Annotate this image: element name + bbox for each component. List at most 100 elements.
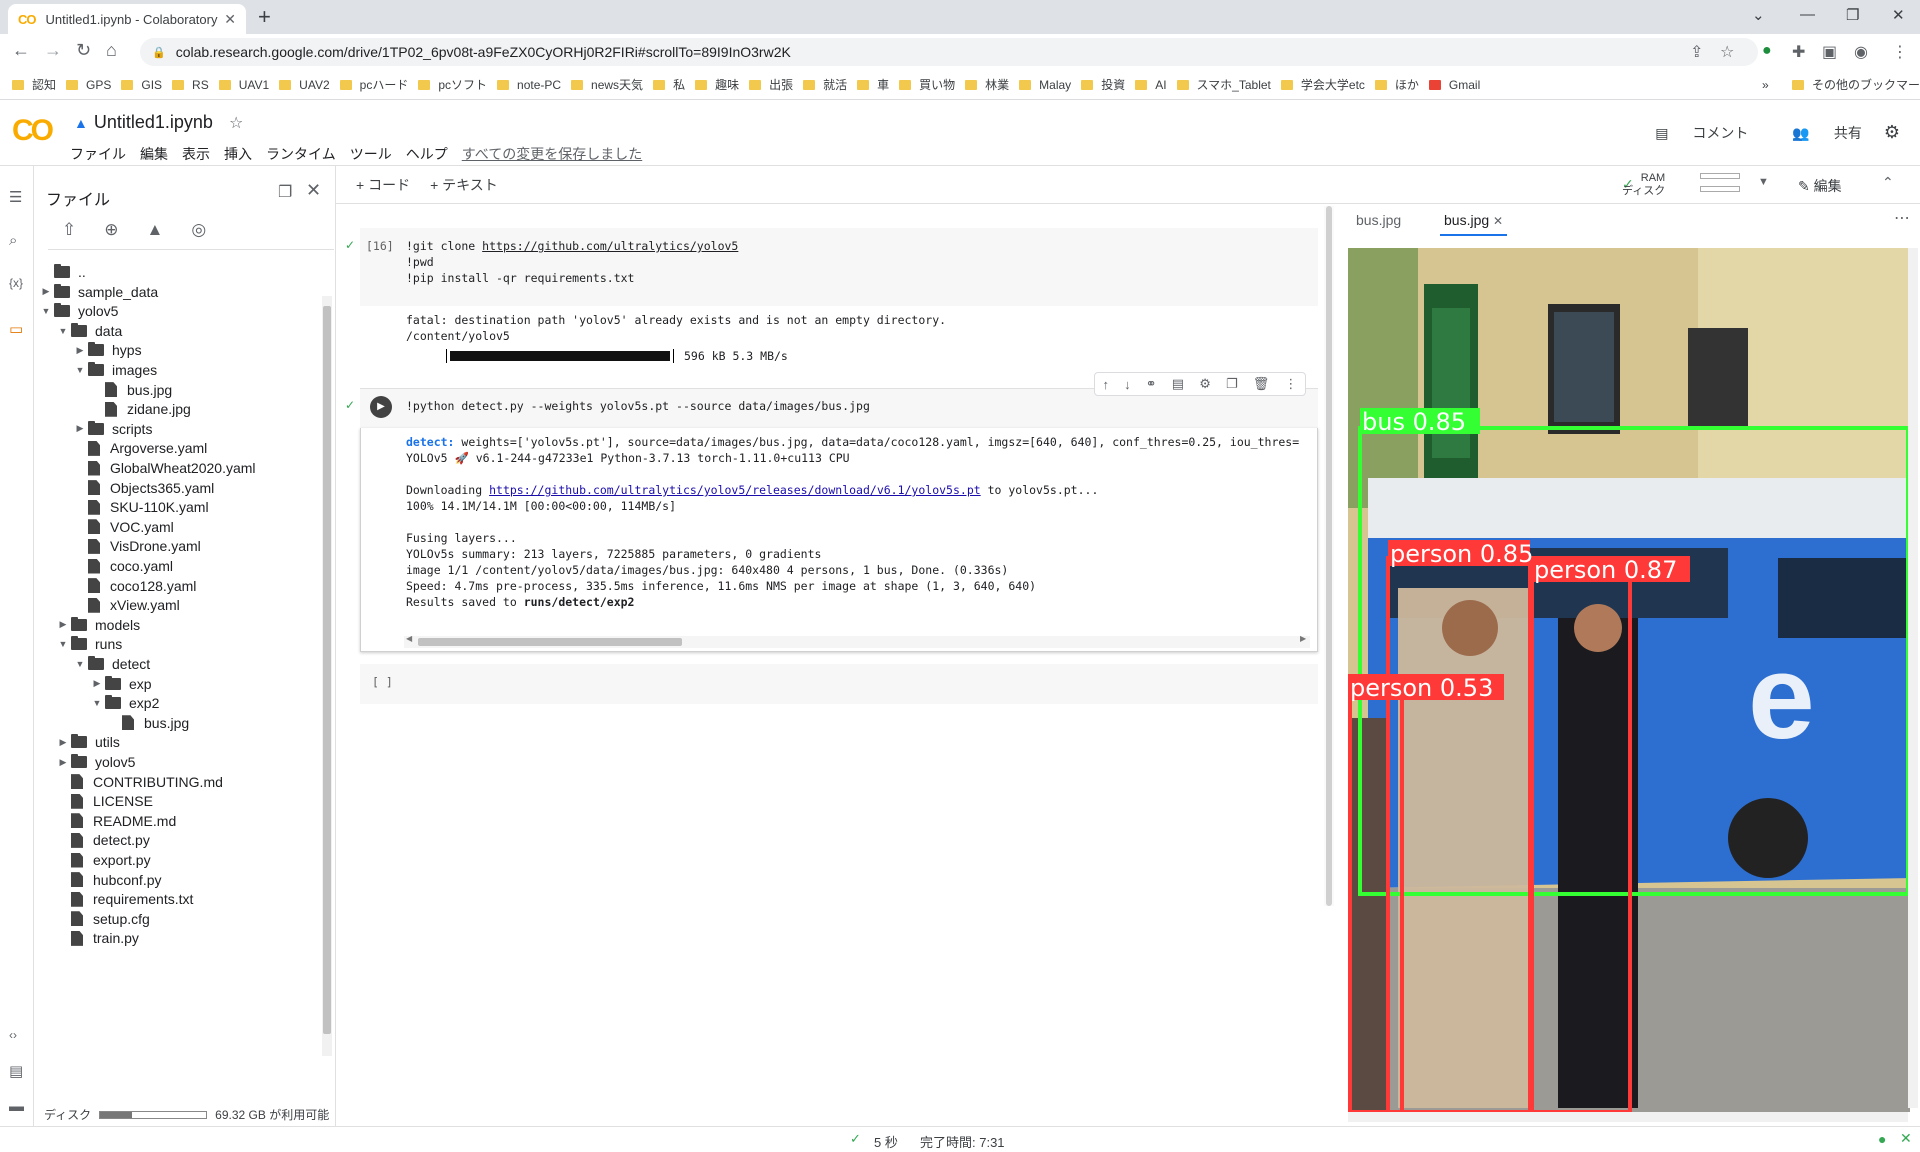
bookmark-star-icon[interactable]: ☆ <box>1720 42 1734 62</box>
restore-icon[interactable]: ❐ <box>1846 6 1859 24</box>
bookmark-item[interactable]: Malay <box>1019 76 1071 93</box>
hscroll-thumb[interactable] <box>418 638 682 646</box>
image-pane-more-icon[interactable]: ⋯ <box>1894 208 1910 228</box>
table-of-contents-icon[interactable]: ☰ <box>9 188 22 206</box>
git-repo-link[interactable]: https://github.com/ultralytics/yolov5 <box>482 239 738 253</box>
expanded-chevron-icon[interactable]: ▼ <box>72 659 88 669</box>
move-up-icon[interactable]: ↑ <box>1103 377 1110 392</box>
bookmark-item[interactable]: AI <box>1135 76 1167 93</box>
link-icon[interactable]: ⚭ <box>1146 376 1157 392</box>
cell1-code[interactable]: !git clone https://github.com/ultralytic… <box>406 238 738 286</box>
cell-more-icon[interactable]: ⋮ <box>1284 376 1297 392</box>
tab-search-icon[interactable]: ⌄ <box>1752 6 1765 24</box>
reload-icon[interactable]: ↻ <box>76 40 91 61</box>
variables-icon[interactable]: {x} <box>9 276 23 290</box>
comment-button[interactable]: ▤ コメント <box>1637 123 1748 143</box>
move-down-icon[interactable]: ↓ <box>1124 377 1131 392</box>
colab-logo[interactable]: CO <box>12 114 54 148</box>
collapsed-chevron-icon[interactable]: ▶ <box>72 423 88 434</box>
files-folder-icon[interactable]: ▭ <box>9 320 23 338</box>
notebook-title[interactable]: ▲ Untitled1.ipynb ☆ <box>74 112 243 133</box>
collapsed-chevron-icon[interactable]: ▶ <box>89 678 105 689</box>
search-icon[interactable]: ⌕ <box>9 232 17 249</box>
runtime-dropdown-icon[interactable]: ▼ <box>1758 176 1769 188</box>
bookmark-item[interactable]: 趣味 <box>695 76 739 93</box>
new-tab-button[interactable]: + <box>258 4 271 30</box>
menu-1[interactable]: 編集 <box>140 144 168 164</box>
terminal-icon[interactable]: ▬ <box>9 1098 24 1115</box>
bookmark-item[interactable]: 認知 <box>12 76 56 93</box>
open-in-tab-icon[interactable]: ❐ <box>278 182 292 202</box>
notebook-scrollbar[interactable] <box>1324 206 1334 906</box>
hide-files-icon[interactable]: ◎ <box>191 220 206 249</box>
side-panel-icon[interactable]: ▣ <box>1822 42 1837 62</box>
address-bar[interactable]: 🔒 colab.research.google.com/drive/1TP02_… <box>140 38 1758 66</box>
delete-cell-icon[interactable]: 🗑 <box>1253 376 1270 392</box>
collapsed-chevron-icon[interactable]: ▶ <box>55 757 71 768</box>
run-cell-button[interactable]: ▶ <box>370 396 392 418</box>
close-image-tab-icon[interactable]: ✕ <box>1493 214 1503 228</box>
home-icon[interactable]: ⌂ <box>106 40 117 61</box>
close-panel-icon[interactable]: ✕ <box>306 180 321 201</box>
bookmark-item[interactable]: UAV2 <box>279 76 330 93</box>
menu-5[interactable]: ツール <box>350 144 392 164</box>
bookmark-item[interactable]: RS <box>172 76 209 93</box>
collapse-header-icon[interactable]: ⌃ <box>1882 174 1894 191</box>
tree-item-file[interactable]: train.py <box>55 926 139 950</box>
other-bookmarks[interactable]: その他のブックマーク <box>1792 76 1920 93</box>
bookmark-item[interactable]: UAV1 <box>218 76 269 93</box>
image-tab-2-active[interactable]: bus.jpg ✕ <box>1440 212 1508 236</box>
collapsed-chevron-icon[interactable]: ▶ <box>72 345 88 356</box>
image-hscrollbar[interactable] <box>1348 1112 1908 1122</box>
file-tree-scrollbar[interactable] <box>322 296 332 1056</box>
bookmarks-overflow-icon[interactable]: » <box>1762 78 1769 92</box>
bookmark-item[interactable]: news天気 <box>571 76 643 93</box>
menu-4[interactable]: ランタイム <box>266 144 336 164</box>
new-folder-icon[interactable]: ⊕ <box>104 220 118 249</box>
cell2-code[interactable]: !python detect.py --weights yolov5s.pt -… <box>406 398 870 414</box>
bookmark-item[interactable]: GIS <box>121 76 162 93</box>
profile-avatar[interactable]: ◉ <box>1854 42 1868 62</box>
image-tab-1[interactable]: bus.jpg <box>1356 212 1401 228</box>
bookmark-item[interactable]: Gmail <box>1428 76 1480 93</box>
bookmark-item[interactable]: 学会大学etc <box>1280 76 1365 93</box>
cell-settings-icon[interactable]: ⚙ <box>1199 376 1211 392</box>
bookmark-item[interactable]: 投資 <box>1081 76 1125 93</box>
scroll-left-icon[interactable]: ◀ <box>406 634 412 643</box>
bookmark-item[interactable]: GPS <box>66 76 111 93</box>
expanded-chevron-icon[interactable]: ▼ <box>55 326 71 336</box>
menu-6[interactable]: ヘルプ <box>406 144 448 164</box>
menu-0[interactable]: ファイル <box>70 144 126 164</box>
mount-drive-icon[interactable]: ▲ <box>147 220 164 249</box>
image-vscrollbar[interactable] <box>1908 248 1918 1108</box>
window-close-icon[interactable]: ✕ <box>1892 6 1905 24</box>
command-palette-icon[interactable]: ▤ <box>9 1062 23 1080</box>
expanded-chevron-icon[interactable]: ▼ <box>72 365 88 375</box>
bookmark-item[interactable]: 買い物 <box>899 76 955 93</box>
save-status[interactable]: すべての変更を保存しました <box>462 144 642 164</box>
bookmark-item[interactable]: 私 <box>653 76 685 93</box>
expanded-chevron-icon[interactable]: ▼ <box>38 306 54 316</box>
bookmark-item[interactable]: note-PC <box>497 76 561 93</box>
output-hscrollbar[interactable]: ◀ ▶ <box>404 634 1310 648</box>
grammarly-extension-icon[interactable]: ● <box>1762 42 1772 60</box>
scroll-right-icon[interactable]: ▶ <box>1300 634 1306 643</box>
bookmark-item[interactable]: 車 <box>857 76 889 93</box>
code-cell-3[interactable] <box>360 664 1318 704</box>
extensions-icon[interactable]: ✚ <box>1792 42 1805 62</box>
code-snippets-icon[interactable]: ‹› <box>9 1028 17 1042</box>
share-button[interactable]: 👥 共有 <box>1774 123 1861 143</box>
edit-button[interactable]: ✎ 編集 <box>1798 176 1842 196</box>
minimize-icon[interactable]: — <box>1800 6 1815 23</box>
forward-icon[interactable]: → <box>44 40 62 61</box>
add-code-button[interactable]: + コード <box>356 175 410 195</box>
collapsed-chevron-icon[interactable]: ▶ <box>55 737 71 748</box>
bookmark-item[interactable]: 林業 <box>965 76 1009 93</box>
expanded-chevron-icon[interactable]: ▼ <box>89 698 105 708</box>
collapsed-chevron-icon[interactable]: ▶ <box>38 286 54 297</box>
settings-gear-icon[interactable]: ⚙ <box>1884 122 1900 143</box>
browser-tab[interactable]: CO Untitled1.ipynb - Colaboratory ✕ <box>8 4 246 34</box>
bookmark-item[interactable]: ほか <box>1374 76 1419 93</box>
bookmark-item[interactable]: スマホ_Tablet <box>1176 76 1271 93</box>
bookmark-item[interactable]: pcソフト <box>418 76 487 93</box>
